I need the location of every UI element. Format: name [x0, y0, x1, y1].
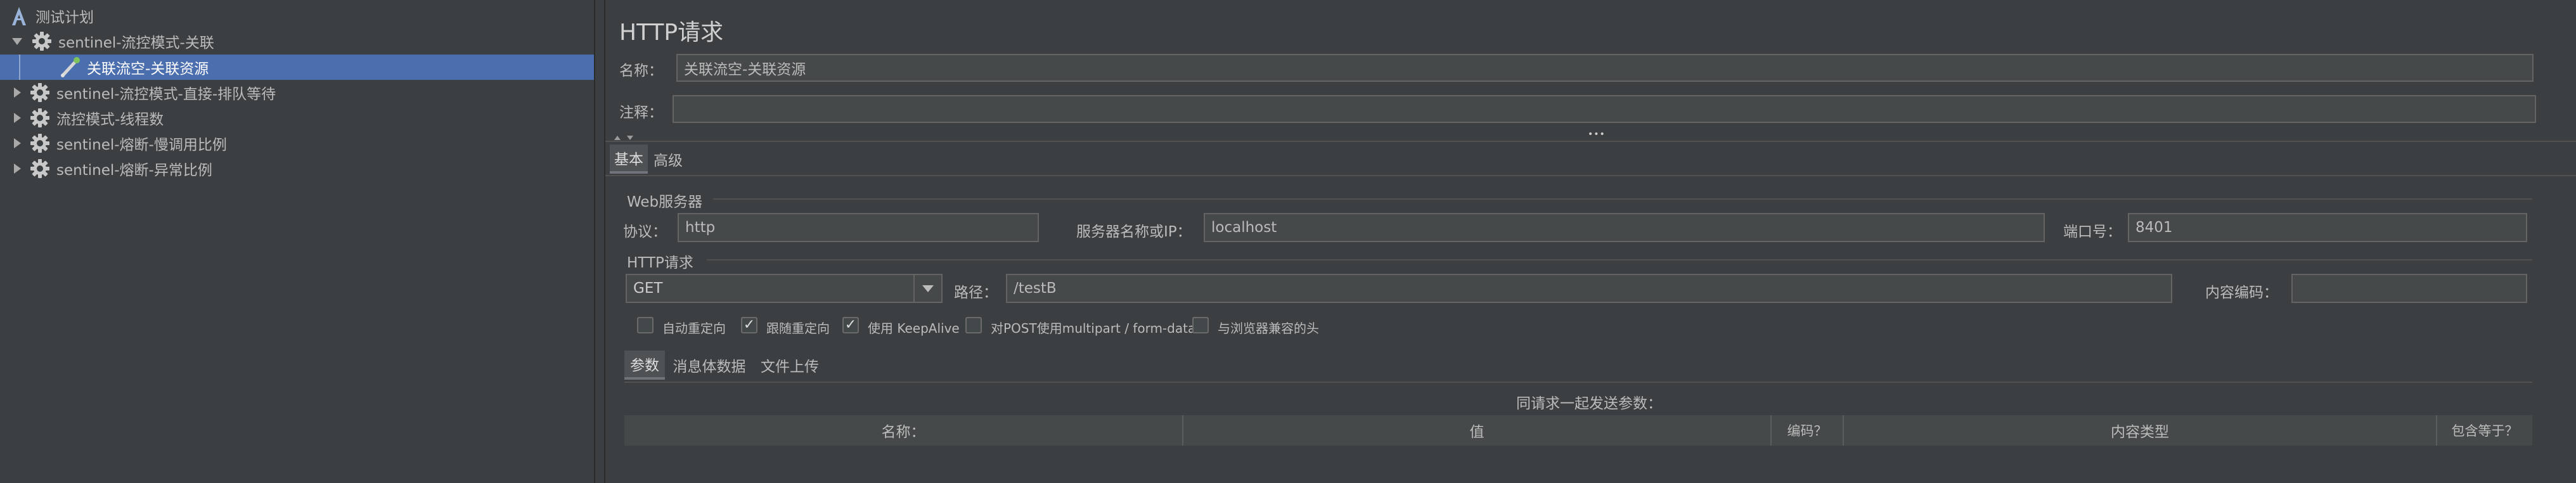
- chevron-right-icon[interactable]: [14, 87, 21, 98]
- splitter-line: [605, 141, 2576, 142]
- port-field[interactable]: 8401: [2128, 213, 2527, 242]
- checkmark-icon: ✓: [743, 317, 756, 333]
- chevron-right-icon[interactable]: [14, 113, 21, 123]
- gear-icon: [30, 134, 49, 153]
- tree-item-label: sentinel-熔断-异常比例: [56, 162, 212, 179]
- test-plan-icon: [12, 7, 26, 25]
- tab-underline: [605, 175, 2576, 176]
- split-pane-divider[interactable]: [594, 0, 605, 483]
- tree-item-thread-group[interactable]: sentinel-流控模式-直接-排队等待: [0, 80, 594, 105]
- tree-item-label: 流控模式-线程数: [56, 112, 164, 128]
- auto-redirect-checkbox[interactable]: [637, 317, 654, 333]
- chevron-down-icon[interactable]: [12, 37, 22, 45]
- protocol-field[interactable]: http: [678, 213, 1039, 242]
- keepalive-label: 使用 KeepAlive: [868, 321, 960, 336]
- tree-item-test-plan[interactable]: 测试计划: [0, 3, 594, 29]
- multipart-label: 对POST使用multipart / form-data: [991, 321, 1196, 336]
- follow-redirects-checkbox[interactable]: ✓: [741, 317, 757, 333]
- column-header-name[interactable]: 名称：: [624, 415, 1183, 446]
- chevron-down-icon: [922, 285, 934, 292]
- section-divider: [707, 259, 2532, 261]
- tree-item-label: 关联流空-关联资源: [87, 61, 209, 77]
- server-name-field[interactable]: localhost: [1204, 213, 2045, 242]
- comment-label: 注释：: [619, 105, 663, 121]
- sampler-icon: [61, 57, 80, 77]
- checkmark-icon: ✓: [844, 317, 857, 333]
- test-plan-tree[interactable]: 测试计划 sentinel-流控模式-关联 关联流空-关联资源 sentinel…: [0, 0, 594, 483]
- tab-body-data[interactable]: 消息体数据: [669, 351, 750, 380]
- tab-parameters[interactable]: 参数: [624, 351, 665, 380]
- tree-item-label: sentinel-流控模式-直接-排队等待: [56, 86, 276, 103]
- splitter-arrows[interactable]: [613, 132, 638, 140]
- gear-icon: [32, 32, 51, 51]
- multipart-checkbox[interactable]: [965, 317, 982, 333]
- method-value: GET: [633, 280, 663, 297]
- dropdown-button[interactable]: [913, 275, 941, 302]
- content-encoding-field[interactable]: [2291, 274, 2527, 303]
- tree-item-label: sentinel-流控模式-关联: [58, 35, 214, 51]
- column-header-include-equals[interactable]: 包含等于？: [2437, 415, 2532, 446]
- name-label: 名称：: [619, 63, 663, 79]
- content-encoding-label: 内容编码：: [2205, 285, 2278, 301]
- params-caption: 同请求一起发送参数：: [1516, 396, 1662, 412]
- protocol-label: 协议：: [623, 224, 667, 240]
- section-divider: [713, 198, 2532, 200]
- http-request-panel: HTTP请求 名称： 关联流空-关联资源 注释： ••• 基本 高级 Web服务…: [605, 0, 2576, 483]
- http-request-section-label: HTTP请求: [627, 255, 693, 271]
- path-label: 路径：: [954, 285, 998, 301]
- sub-tab-underline: [624, 382, 2532, 383]
- web-server-section-label: Web服务器: [627, 194, 703, 210]
- tree-item-thread-group[interactable]: sentinel-熔断-慢调用比例: [0, 131, 594, 156]
- tree-item-thread-group[interactable]: sentinel-熔断-异常比例: [0, 156, 594, 181]
- browser-headers-label: 与浏览器兼容的头: [1218, 321, 1319, 336]
- method-select[interactable]: GET: [626, 274, 943, 303]
- tab-basic[interactable]: 基本: [610, 145, 648, 174]
- port-label: 端口号：: [2063, 224, 2122, 240]
- name-field[interactable]: 关联流空-关联资源: [676, 54, 2534, 82]
- chevron-right-icon[interactable]: [14, 138, 21, 148]
- tree-item-label: sentinel-熔断-慢调用比例: [56, 137, 227, 153]
- path-field[interactable]: /testB: [1006, 274, 2172, 303]
- tree-item-thread-group[interactable]: sentinel-流控模式-关联: [0, 29, 594, 54]
- keepalive-checkbox[interactable]: ✓: [842, 317, 859, 333]
- gear-icon: [30, 108, 49, 127]
- chevron-right-icon[interactable]: [14, 164, 21, 174]
- tree-item-label: 测试计划: [35, 10, 94, 26]
- column-header-value[interactable]: 值: [1183, 415, 1772, 446]
- comment-field[interactable]: [673, 95, 2536, 123]
- follow-redirects-label: 跟随重定向: [766, 321, 830, 336]
- tab-files-upload[interactable]: 文件上传: [755, 351, 825, 380]
- tab-advanced[interactable]: 高级: [649, 145, 687, 174]
- gear-icon: [30, 83, 49, 102]
- browser-headers-checkbox[interactable]: [1192, 317, 1209, 333]
- auto-redirect-label: 自动重定向: [662, 321, 726, 336]
- splitter-grip[interactable]: •••: [1588, 129, 1606, 139]
- column-header-encode[interactable]: 编码？: [1772, 415, 1844, 446]
- gear-icon: [30, 159, 49, 178]
- tree-item-thread-group[interactable]: 流控模式-线程数: [0, 105, 594, 131]
- server-name-label: 服务器名称或IP：: [1076, 224, 1192, 240]
- tree-item-http-sampler[interactable]: 关联流空-关联资源: [0, 55, 594, 80]
- column-header-content-type[interactable]: 内容类型: [1844, 415, 2437, 446]
- page-title: HTTP请求: [619, 20, 724, 46]
